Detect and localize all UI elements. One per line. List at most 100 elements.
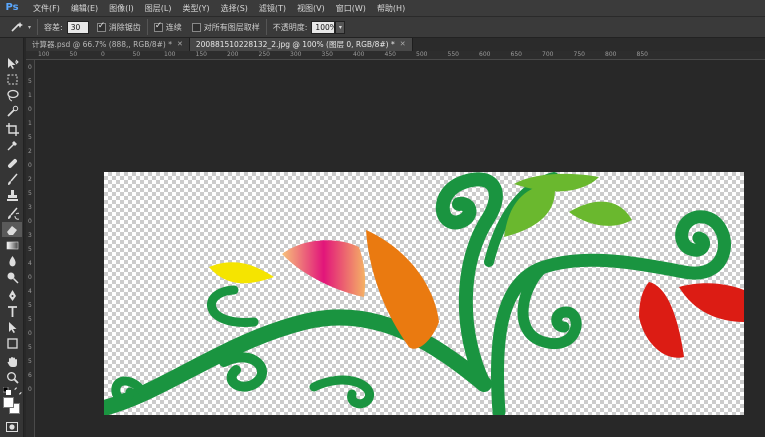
menu-bar: Ps 文件(F) 编辑(E) 图像(I) 图层(L) 类型(Y) 选择(S) 滤… bbox=[0, 0, 765, 16]
ruler-tick-label: 0 bbox=[28, 330, 32, 337]
ruler-tick-label: 50 bbox=[69, 51, 78, 58]
tolerance-input[interactable]: 30 bbox=[66, 20, 89, 34]
photoshop-logo: Ps bbox=[5, 2, 19, 13]
ruler-tick-label: 1 bbox=[28, 120, 32, 127]
ruler-tick-label: 0 bbox=[28, 274, 32, 281]
type-icon[interactable] bbox=[2, 304, 22, 319]
menu-layer[interactable]: 图层(L) bbox=[145, 3, 172, 14]
rectangle-icon[interactable] bbox=[2, 336, 22, 351]
menu-select[interactable]: 选择(S) bbox=[221, 3, 248, 14]
ruler-tick-label: 3 bbox=[28, 232, 32, 239]
separator bbox=[265, 19, 267, 35]
menu-filter[interactable]: 滤镜(T) bbox=[259, 3, 286, 14]
foreground-color-swatch[interactable] bbox=[3, 397, 14, 408]
sample-all-layers-label: 对所有图层取样 bbox=[203, 22, 260, 32]
ruler-tick-label: 5 bbox=[28, 344, 32, 351]
ruler-tick-label: 5 bbox=[28, 302, 32, 309]
document-canvas[interactable] bbox=[104, 172, 744, 415]
eyedropper-icon[interactable] bbox=[2, 138, 22, 153]
contiguous-label: 连续 bbox=[165, 22, 182, 32]
menu-file[interactable]: 文件(F) bbox=[33, 3, 60, 14]
menu-type[interactable]: 类型(Y) bbox=[182, 3, 209, 14]
separator bbox=[146, 19, 148, 35]
vine-artwork bbox=[104, 172, 744, 415]
antialias-label: 消除锯齿 bbox=[108, 22, 141, 32]
menu-view[interactable]: 视图(V) bbox=[297, 3, 325, 14]
antialias-checkbox[interactable] bbox=[96, 21, 106, 32]
lasso-icon[interactable] bbox=[2, 88, 22, 103]
options-bar: ▾ 容差: 30 消除锯齿 连续 对所有图层取样 不透明度: 100% ▾ bbox=[0, 16, 765, 38]
marquee-icon[interactable] bbox=[2, 72, 22, 87]
pen-icon[interactable] bbox=[2, 288, 22, 303]
document-tab-bar: 计算器.psd @ 66.7% (888,, RGB/8#) * ✕ 20088… bbox=[26, 38, 765, 51]
zoom-icon[interactable] bbox=[2, 370, 22, 385]
crop-icon[interactable] bbox=[2, 122, 22, 137]
horizontal-ruler: 100 50 0 50 100 150 200 250 300 350 400 450 500 550 60… bbox=[26, 51, 765, 60]
light-green-leaf bbox=[569, 201, 632, 226]
pink-gradient-leaf bbox=[282, 240, 366, 297]
opacity-label: 不透明度: bbox=[272, 22, 308, 32]
menu-edit[interactable]: 编辑(E) bbox=[71, 3, 98, 14]
brush-icon[interactable] bbox=[2, 172, 22, 187]
path-select-icon[interactable] bbox=[2, 320, 22, 335]
ruler-tick-label: 650 bbox=[510, 51, 522, 58]
menu-image[interactable]: 图像(I) bbox=[109, 3, 134, 14]
tab-jpg-document[interactable]: 200881510228132_2.jpg @ 100% (图层 0, RGB/… bbox=[189, 38, 413, 51]
ruler-tick-label: 700 bbox=[542, 51, 554, 58]
ruler-tick-label: 0 bbox=[28, 106, 32, 113]
red-leaf bbox=[679, 283, 744, 322]
separator bbox=[37, 19, 39, 35]
ruler-tick-label: 200 bbox=[227, 51, 239, 58]
ruler-tick-label: 5 bbox=[28, 316, 32, 323]
canvas-workspace[interactable] bbox=[36, 61, 765, 437]
ruler-tick-label: 0 bbox=[28, 218, 32, 225]
toolbox bbox=[0, 38, 24, 437]
dodge-icon[interactable] bbox=[2, 270, 22, 285]
quick-mask-icon[interactable] bbox=[6, 422, 18, 432]
ruler-tick-label: 0 bbox=[28, 162, 32, 169]
ruler-tick-label: 850 bbox=[636, 51, 648, 58]
gradient-icon[interactable] bbox=[2, 238, 22, 253]
ruler-tick-label: 2 bbox=[28, 176, 32, 183]
healing-icon[interactable] bbox=[2, 156, 22, 171]
ruler-tick-label: 600 bbox=[479, 51, 491, 58]
ruler-tick-label: 450 bbox=[384, 51, 396, 58]
hand-icon[interactable] bbox=[2, 354, 22, 369]
ruler-tick-label: 5 bbox=[28, 134, 32, 141]
menu-window[interactable]: 窗口(W) bbox=[336, 3, 366, 14]
ruler-tick-label: 5 bbox=[28, 246, 32, 253]
ruler-tick-label: 100 bbox=[38, 51, 50, 58]
history-brush-icon[interactable] bbox=[2, 206, 22, 221]
sample-all-layers-checkbox[interactable] bbox=[191, 22, 201, 32]
default-colors-icon[interactable] bbox=[2, 386, 11, 395]
ruler-tick-label: 4 bbox=[28, 260, 32, 267]
ruler-tick-label: 400 bbox=[353, 51, 365, 58]
ruler-tick-label: 800 bbox=[605, 51, 617, 58]
blur-icon[interactable] bbox=[2, 254, 22, 269]
ruler-tick-label: 100 bbox=[164, 51, 176, 58]
move-icon[interactable] bbox=[2, 56, 22, 71]
magic-wand-tool-preset-icon[interactable]: ▾ bbox=[10, 21, 31, 33]
quick-select-icon[interactable] bbox=[2, 104, 22, 119]
ruler-tick-label: 500 bbox=[416, 51, 428, 58]
ruler-tick-label: 5 bbox=[28, 78, 32, 85]
close-icon[interactable]: ✕ bbox=[400, 38, 406, 51]
opacity-input[interactable]: 100% bbox=[311, 20, 337, 34]
swap-colors-icon[interactable] bbox=[14, 387, 22, 395]
opacity-dropdown-button[interactable]: ▾ bbox=[335, 20, 346, 34]
tab-calculator-psd[interactable]: 计算器.psd @ 66.7% (888,, RGB/8#) * ✕ bbox=[26, 38, 190, 51]
ruler-tick-label: 0 bbox=[28, 386, 32, 393]
close-icon[interactable]: ✕ bbox=[177, 38, 183, 51]
ruler-tick-label: 0 bbox=[28, 64, 32, 71]
ruler-tick-label: 250 bbox=[258, 51, 270, 58]
ruler-tick-label: 1 bbox=[28, 92, 32, 99]
contiguous-checkbox[interactable] bbox=[153, 21, 163, 32]
stamp-icon[interactable] bbox=[2, 188, 22, 203]
ruler-tick-label: 6 bbox=[28, 372, 32, 379]
ruler-tick-label: 5 bbox=[28, 358, 32, 365]
menu-help[interactable]: 帮助(H) bbox=[377, 3, 405, 14]
eraser-icon[interactable] bbox=[2, 222, 22, 237]
ruler-tick-label: 3 bbox=[28, 204, 32, 211]
ruler-tick-label: 550 bbox=[447, 51, 459, 58]
ruler-tick-label: 50 bbox=[132, 51, 141, 58]
